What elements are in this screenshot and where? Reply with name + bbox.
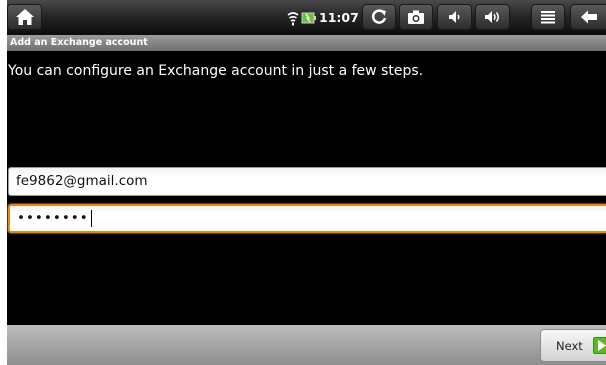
volume-down-button[interactable] <box>437 4 472 30</box>
password-value: •••••••• <box>17 210 89 226</box>
bottom-bar: Next <box>7 325 606 365</box>
text-caret <box>90 209 92 227</box>
home-icon <box>15 9 34 25</box>
camera-button[interactable] <box>399 4 433 30</box>
back-button[interactable] <box>570 4 606 30</box>
clock: 11:07 <box>319 10 359 25</box>
next-button[interactable]: Next <box>540 329 606 362</box>
battery-icon <box>300 0 318 35</box>
next-arrow-icon <box>593 337 606 354</box>
wifi-icon <box>286 0 300 35</box>
menu-button[interactable] <box>531 4 565 30</box>
status-bar: 11:07 <box>7 0 606 35</box>
menu-icon <box>541 11 555 24</box>
home-button[interactable] <box>7 4 42 30</box>
email-field[interactable]: fe9862@gmail.com <box>8 167 606 196</box>
intro-text: You can configure an Exchange account in… <box>8 63 424 79</box>
volume-down-icon <box>448 11 459 23</box>
password-field[interactable]: •••••••• <box>8 204 606 233</box>
refresh-icon <box>371 9 387 24</box>
email-value: fe9862@gmail.com <box>16 173 148 189</box>
screen-title: Add an Exchange account <box>7 35 606 51</box>
camera-icon <box>408 10 424 24</box>
android-screen: 11:07 Add an Exchange account You can co… <box>0 0 606 365</box>
back-icon <box>580 10 597 24</box>
next-label: Next <box>556 338 583 353</box>
volume-up-button[interactable] <box>475 4 510 30</box>
content-area: You can configure an Exchange account in… <box>7 51 606 325</box>
volume-up-icon <box>484 11 499 23</box>
refresh-button[interactable] <box>362 4 396 30</box>
